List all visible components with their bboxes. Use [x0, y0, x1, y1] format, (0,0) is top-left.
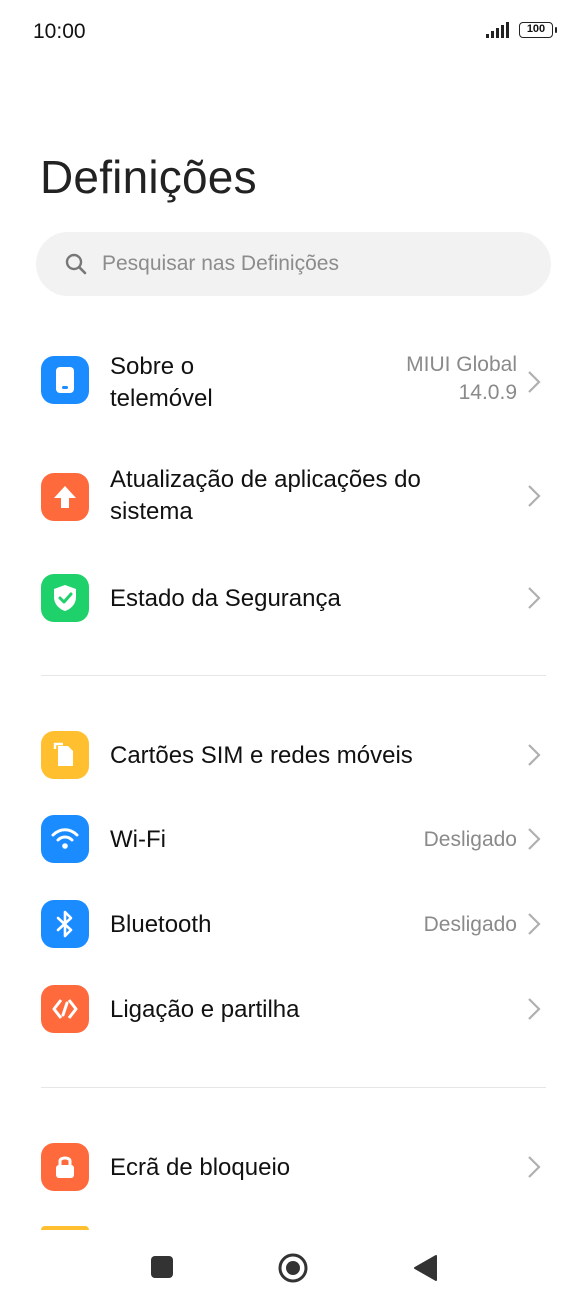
label-line-1: Sobre o	[110, 353, 195, 380]
chevron-right-icon	[528, 744, 541, 766]
page-title: Definições	[40, 151, 257, 203]
settings-item-value: MIUI Global 14.0.9	[406, 351, 517, 407]
value-line-2: 14.0.9	[458, 381, 517, 404]
settings-item-label: Estado da Segurança	[110, 585, 341, 612]
chevron-right-icon	[528, 913, 541, 935]
settings-item-connection-sharing[interactable]: Ligação e partilha	[0, 983, 587, 1039]
settings-item-label: Wi-Fi	[110, 826, 166, 853]
search-placeholder: Pesquisar nas Definições	[102, 252, 339, 275]
chevron-right-icon	[528, 998, 541, 1020]
label-line-1: Atualização de aplicações do	[110, 466, 421, 493]
chevron-right-icon	[528, 828, 541, 850]
settings-item-security-status[interactable]: Estado da Segurança	[0, 571, 587, 627]
settings-item-label: Atualização de aplicações do sistema	[110, 464, 421, 528]
chevron-right-icon	[528, 587, 541, 609]
status-bar: 10:00 100	[0, 0, 587, 64]
circle-icon[interactable]	[277, 1252, 309, 1284]
phone-icon	[41, 356, 89, 404]
status-indicators: 100	[485, 22, 557, 38]
settings-item-label: Ecrã de bloqueio	[110, 1154, 291, 1181]
settings-item-label: Sobre o telemóvel	[110, 351, 213, 415]
status-time: 10:00	[33, 20, 86, 43]
settings-item-about-phone[interactable]: Sobre o telemóvel MIUI Global 14.0.9	[0, 345, 587, 425]
settings-item-system-app-updates[interactable]: Atualização de aplicações do sistema	[0, 462, 587, 542]
chevron-right-icon	[528, 485, 541, 507]
bluetooth-icon	[41, 900, 89, 948]
section-divider	[41, 1087, 546, 1088]
chevron-right-icon	[528, 1156, 541, 1178]
search-input[interactable]: Pesquisar nas Definições	[36, 232, 551, 296]
arrow-up-icon	[41, 473, 89, 521]
settings-item-label: Cartões SIM e redes móveis	[110, 742, 413, 769]
label-line-2: telemóvel	[110, 385, 213, 412]
settings-item-sim-cards[interactable]: Cartões SIM e redes móveis	[0, 729, 587, 785]
lock-icon	[41, 1143, 89, 1191]
search-icon	[65, 253, 87, 275]
section-divider	[41, 675, 546, 676]
wifi-icon	[41, 815, 89, 863]
sim-card-icon	[41, 731, 89, 779]
settings-item-wifi[interactable]: Wi-Fi Desligado	[0, 813, 587, 869]
settings-item-value: Desligado	[423, 913, 517, 936]
value-line-1: MIUI Global	[406, 353, 517, 376]
settings-item-lock-screen[interactable]: Ecrã de bloqueio	[0, 1141, 587, 1197]
battery-level: 100	[526, 23, 546, 35]
battery-icon: 100	[519, 22, 557, 38]
shield-check-icon	[41, 574, 89, 622]
square-icon[interactable]	[149, 1254, 175, 1280]
connection-sharing-icon	[41, 985, 89, 1033]
settings-item-label: Ligação e partilha	[110, 996, 300, 1023]
back-triangle-icon[interactable]	[412, 1254, 438, 1282]
settings-item-bluetooth[interactable]: Bluetooth Desligado	[0, 898, 587, 954]
signal-bars-icon	[486, 22, 509, 38]
settings-item-value: Desligado	[423, 828, 517, 851]
navigation-bar	[0, 1230, 587, 1306]
settings-item-label: Bluetooth	[110, 911, 212, 938]
label-line-2: sistema	[110, 498, 193, 525]
chevron-right-icon	[528, 371, 541, 393]
